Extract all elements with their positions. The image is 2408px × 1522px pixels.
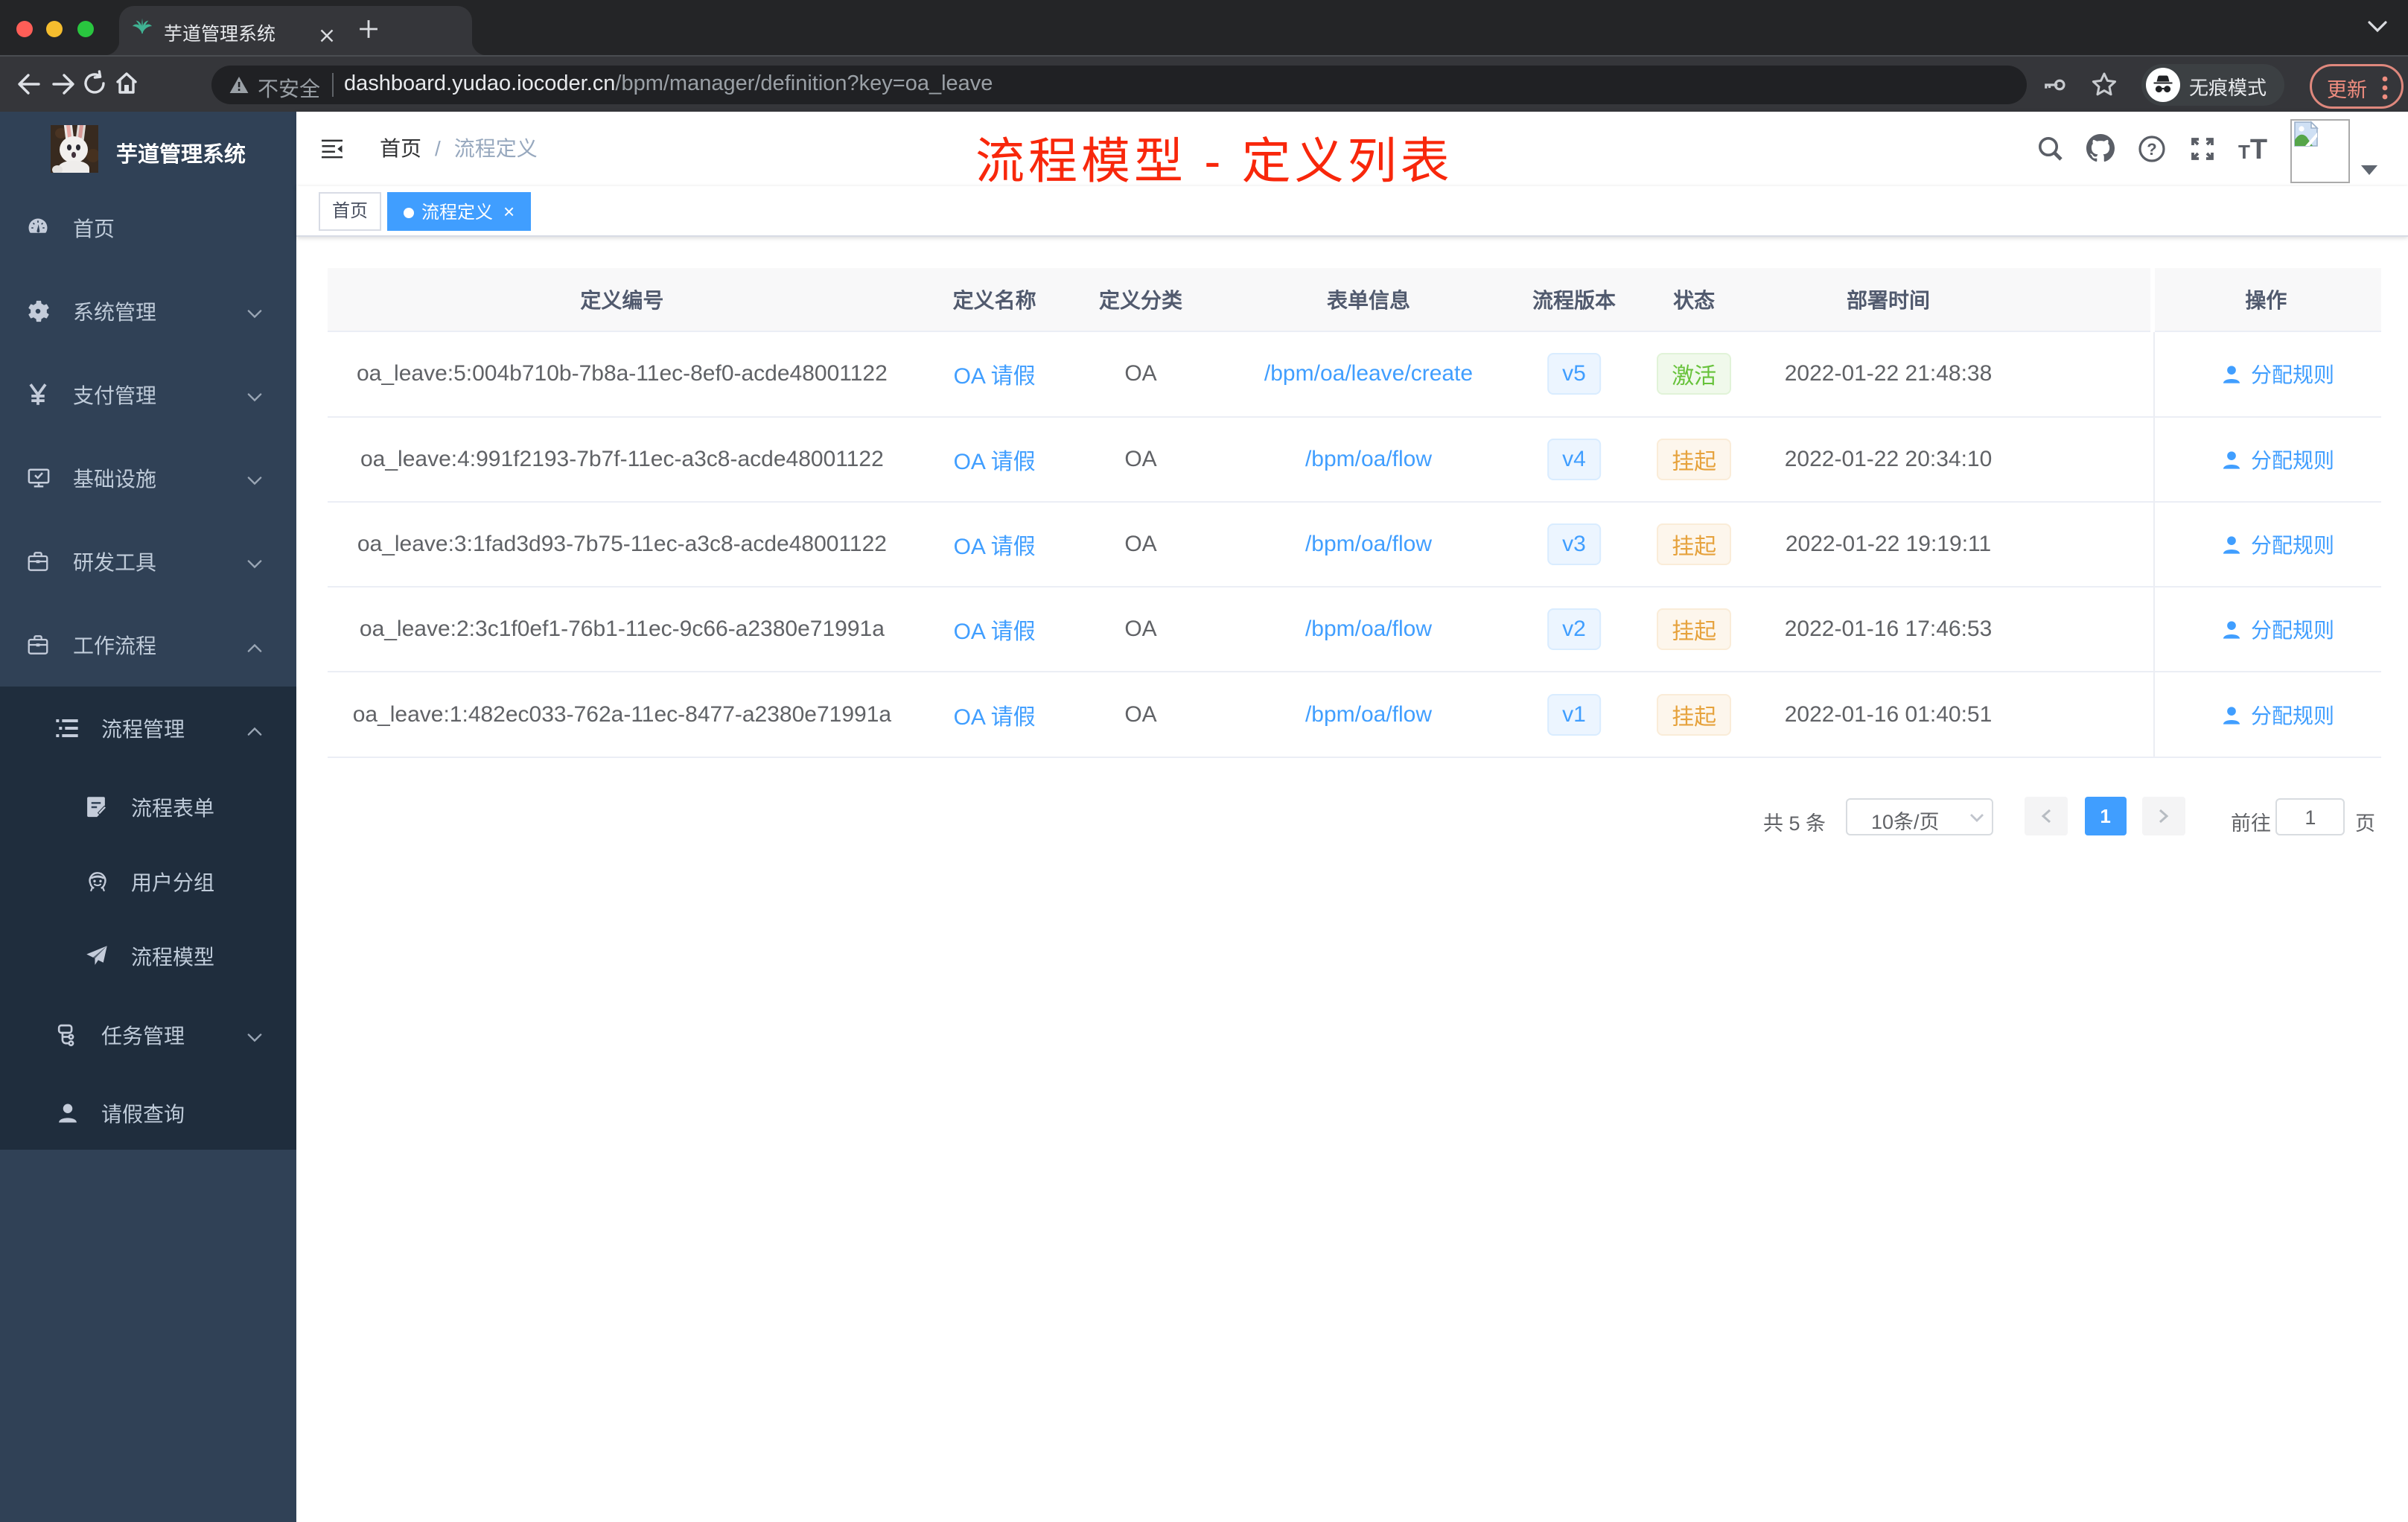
svg-text:?: ? [2147, 140, 2156, 159]
